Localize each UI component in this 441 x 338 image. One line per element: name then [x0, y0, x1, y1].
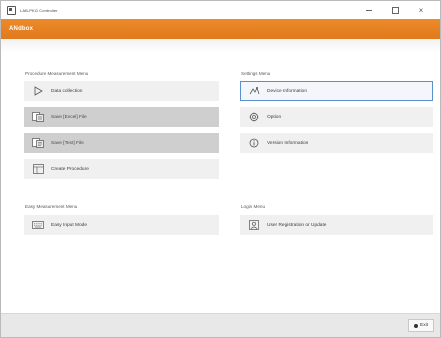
- version-information-label: Version Information: [267, 140, 309, 146]
- app-header: ANdbox: [1, 19, 440, 39]
- info-icon: [247, 136, 261, 150]
- exit-label: Exit: [420, 323, 428, 328]
- data-collection-label: Data collection: [51, 88, 83, 94]
- maximize-icon: [391, 6, 399, 14]
- window-title: LAB-PKG Controller: [20, 7, 58, 13]
- option-label: Option: [267, 114, 282, 120]
- user-icon: [247, 218, 261, 232]
- title-bar: LAB-PKG Controller ×: [1, 1, 440, 19]
- save-text-file-button[interactable]: Save [Text] File: [24, 133, 219, 153]
- app-icon: [7, 5, 16, 15]
- save-text-file-label: Save [Text] File: [51, 140, 84, 146]
- login-menu-label: Login Menu: [241, 204, 266, 209]
- device-information-label: Device Information: [267, 88, 307, 94]
- user-registration-button[interactable]: User Registration or Update: [240, 215, 433, 235]
- gear-icon: [247, 110, 261, 124]
- user-registration-label: User Registration or Update: [267, 222, 327, 228]
- device-info-icon: [247, 84, 261, 98]
- settings-menu-label: Settings Menu: [241, 71, 271, 76]
- window-controls: ×: [356, 1, 434, 19]
- easy-input-mode-label: Easy Input Mode: [51, 222, 87, 228]
- maximize-button[interactable]: [382, 1, 408, 19]
- procedure-icon: [31, 162, 45, 176]
- device-information-button[interactable]: Device Information: [240, 81, 433, 101]
- footer-bar: Exit: [1, 313, 440, 337]
- version-information-button[interactable]: Version Information: [240, 133, 433, 153]
- procedure-menu-label: Procedure Measurement Menu: [25, 71, 89, 76]
- easy-input-mode-button[interactable]: Easy Input Mode: [24, 215, 219, 235]
- excel-file-icon: [31, 110, 45, 124]
- power-icon: [414, 323, 418, 328]
- save-excel-file-label: Save [Excel] File: [51, 114, 87, 120]
- data-collection-button[interactable]: Data collection: [24, 81, 219, 101]
- header-shadow: [1, 39, 440, 53]
- minimize-button[interactable]: [356, 1, 382, 19]
- keyboard-icon: [31, 218, 45, 232]
- save-excel-file-button[interactable]: Save [Excel] File: [24, 107, 219, 127]
- text-file-icon: [31, 136, 45, 150]
- app-window: LAB-PKG Controller × ANdbox Procedure Me…: [0, 0, 441, 338]
- close-icon: ×: [418, 5, 424, 15]
- exit-button[interactable]: Exit: [408, 319, 434, 332]
- close-button[interactable]: ×: [408, 1, 434, 19]
- create-procedure-button[interactable]: Create Procedure: [24, 159, 219, 179]
- easy-menu-label: Easy Measurement Menu: [25, 204, 78, 209]
- header-title: ANdbox: [9, 26, 34, 32]
- create-procedure-label: Create Procedure: [51, 166, 89, 172]
- minimize-icon: [366, 9, 372, 11]
- play-triangle-icon: [31, 84, 45, 98]
- option-button[interactable]: Option: [240, 107, 433, 127]
